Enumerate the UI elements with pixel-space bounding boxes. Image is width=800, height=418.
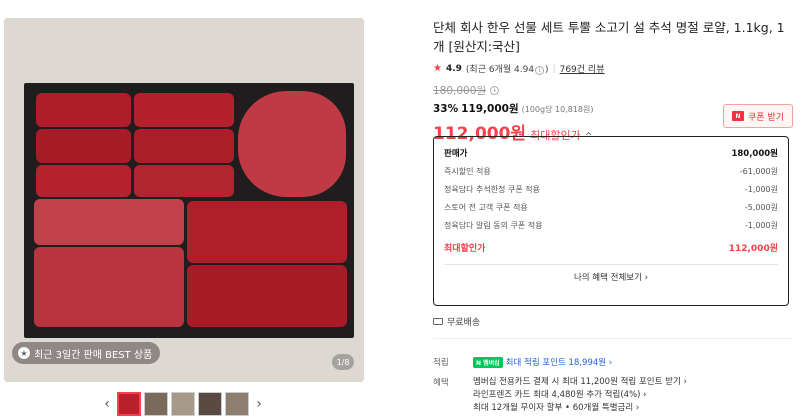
final-price-row: 최대할인가 112,000원 bbox=[444, 238, 778, 256]
divider: | bbox=[552, 63, 556, 74]
coupon-icon: N bbox=[732, 111, 745, 121]
thumbnail-next-button[interactable]: › bbox=[252, 393, 266, 415]
price-row-label: 판매가 bbox=[444, 149, 468, 159]
divider bbox=[433, 338, 793, 339]
price-row-label: 즉시할인 적용 bbox=[444, 166, 491, 176]
discount-rate: 33% bbox=[433, 103, 459, 115]
product-image-gallery[interactable]: ★ 최근 3일간 판매 BEST 상품 1/8 bbox=[4, 18, 364, 382]
best-badge-text: 최근 3일간 판매 BEST 상품 bbox=[34, 349, 153, 361]
points-row: 적립 N 멤버십 최대 적립 포인트 18,994원 › bbox=[433, 356, 612, 368]
npay-membership-badge: N 멤버십 bbox=[473, 357, 503, 368]
price-row-label: 스토어 전 고객 쿠폰 적용 bbox=[444, 202, 528, 212]
price-row: 정육담다 알림 동의 쿠폰 적용 -1,000원 bbox=[444, 216, 778, 234]
meat-slice-image bbox=[134, 93, 234, 127]
price-row: 즉시할인 적용 -61,000원 bbox=[444, 162, 778, 180]
divider bbox=[444, 264, 778, 265]
price-row: 정육담다 추석한정 쿠폰 적용 -1,000원 bbox=[444, 180, 778, 198]
price-row-value: -1,000원 bbox=[744, 184, 778, 194]
meat-steak-image bbox=[238, 91, 346, 197]
coupon-button-label: 쿠폰 받기 bbox=[748, 112, 784, 123]
rating-score: 4.9 bbox=[445, 63, 462, 74]
final-price-value: 112,000원 bbox=[728, 243, 778, 254]
benefit-item[interactable]: 멤버십 전용카드 결제 시 최대 11,200원 적립 포인트 받기 › bbox=[473, 376, 687, 389]
thumbnail-1[interactable] bbox=[117, 392, 141, 416]
benefits-label: 혜택 bbox=[433, 378, 449, 388]
product-info-panel: 단체 회사 한우 선물 세트 투뿔 소고기 설 추석 명절 로얄, 1.1kg,… bbox=[433, 18, 793, 413]
original-price-value: 180,000원 bbox=[433, 85, 487, 97]
price-info-icon[interactable]: i bbox=[490, 86, 500, 95]
points-link[interactable]: 최대 적립 포인트 18,994원 › bbox=[506, 358, 613, 368]
price-row: 판매가 180,000원 bbox=[444, 144, 778, 162]
meat-slice-image bbox=[134, 165, 234, 197]
price-row-value: -61,000원 bbox=[739, 166, 778, 176]
thumbnail-strip: ‹ › bbox=[100, 392, 266, 416]
price-row-label: 정육담다 알림 동의 쿠폰 적용 bbox=[444, 220, 543, 230]
image-page-indicator: 1/8 bbox=[332, 354, 354, 370]
view-all-benefits-link[interactable]: 나의 혜택 전체보기 › bbox=[444, 271, 778, 283]
final-price-label: 최대할인가 bbox=[444, 243, 486, 254]
price-row: 스토어 전 고객 쿠폰 적용 -5,000원 bbox=[444, 198, 778, 216]
rating-detail: (최근 6개월 4.94 i) bbox=[465, 65, 549, 75]
meat-slice-image bbox=[187, 265, 347, 327]
star-icon: ★ bbox=[433, 63, 442, 74]
price-row-value: -5,000원 bbox=[744, 202, 778, 212]
review-count-link[interactable]: 769건 리뷰 bbox=[560, 62, 605, 75]
points-label: 적립 bbox=[433, 358, 449, 368]
price-row-value: -1,000원 bbox=[744, 220, 778, 230]
best-icon: ★ bbox=[18, 347, 30, 359]
benefit-item[interactable]: 최대 12개월 무이자 할부 • 60개월 특별금리 › bbox=[473, 402, 687, 415]
meat-slice-image bbox=[134, 129, 234, 163]
meat-slice-image bbox=[34, 247, 184, 327]
sale-price: 119,000원 bbox=[461, 103, 519, 115]
meat-slice-image bbox=[36, 129, 131, 163]
thumbnail-2[interactable] bbox=[144, 392, 168, 416]
info-icon[interactable]: i bbox=[535, 66, 545, 75]
price-breakdown-box: 판매가 180,000원 즉시할인 적용 -61,000원 정육담다 추석한정 … bbox=[433, 136, 789, 306]
thumbnail-3[interactable] bbox=[171, 392, 195, 416]
meat-slice-image bbox=[187, 201, 347, 263]
price-row-value: 180,000원 bbox=[731, 149, 778, 159]
truck-icon bbox=[433, 318, 443, 325]
meat-slice-image bbox=[36, 165, 131, 197]
points-value[interactable]: N 멤버십 최대 적립 포인트 18,994원 › bbox=[473, 356, 612, 368]
product-title: 단체 회사 한우 선물 세트 투뿔 소고기 설 추석 명절 로얄, 1.1kg,… bbox=[433, 20, 785, 54]
rating-row: ★ 4.9 (최근 6개월 4.94 i) | 769건 리뷰 bbox=[433, 62, 793, 75]
thumbnail-4[interactable] bbox=[198, 392, 222, 416]
best-seller-badge: ★ 최근 3일간 판매 BEST 상품 bbox=[12, 342, 161, 364]
unit-price: (100g당 10,818원) bbox=[521, 105, 594, 114]
thumbnail-prev-button[interactable]: ‹ bbox=[100, 393, 114, 415]
benefits-list: 멤버십 전용카드 결제 시 최대 11,200원 적립 포인트 받기 › 라인프… bbox=[473, 376, 687, 415]
original-price: 180,000원 i bbox=[433, 83, 793, 98]
coupon-button[interactable]: N 쿠폰 받기 bbox=[723, 104, 793, 128]
meat-tray-image bbox=[24, 83, 354, 338]
meat-slice-image bbox=[36, 93, 131, 127]
meat-slice-image bbox=[34, 199, 184, 245]
benefit-item[interactable]: 라인프렌즈 카드 최대 4,480원 추가 적립(4%) › bbox=[473, 389, 687, 402]
price-row-label: 정육담다 추석한정 쿠폰 적용 bbox=[444, 184, 540, 194]
shipping-label: 무료배송 bbox=[447, 318, 481, 328]
benefits-row: 혜택 멤버십 전용카드 결제 시 최대 11,200원 적립 포인트 받기 › … bbox=[433, 376, 687, 415]
shipping-info: 무료배송 bbox=[433, 315, 480, 328]
thumbnail-5[interactable] bbox=[225, 392, 249, 416]
